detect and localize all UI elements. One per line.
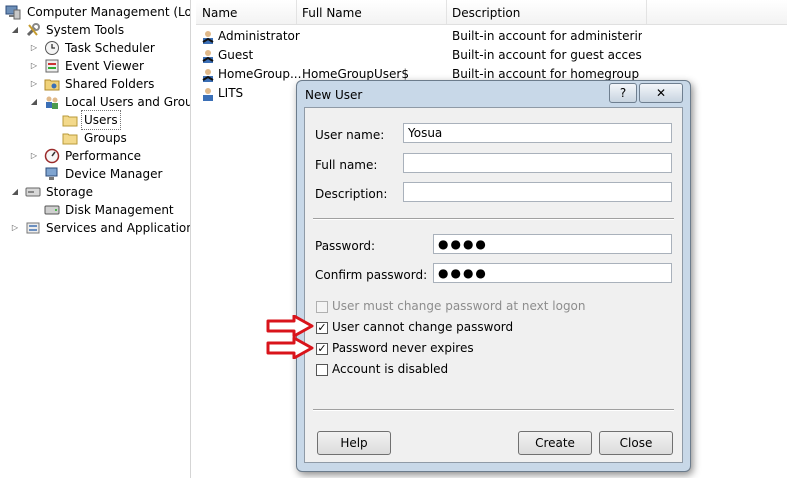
annotation-arrow-icon	[266, 315, 314, 337]
tree-item-label: Services and Applications	[46, 221, 191, 235]
clock-icon	[45, 41, 59, 55]
new-user-dialog: New User ? ✕ User name: Yosua Full name:…	[296, 80, 691, 472]
expanded-arrow-icon[interactable]: ◢	[29, 93, 39, 111]
tree-item-shared-folders[interactable]: ▷ Shared Folders	[0, 75, 190, 93]
user-icon	[202, 50, 214, 63]
check-icon: ✓	[317, 321, 327, 334]
tree-item-label: Storage	[46, 185, 93, 199]
column-header-full-name[interactable]: Full Name	[296, 0, 447, 24]
tree-item-services-and-applications[interactable]: ▷ Services and Applications	[0, 219, 190, 237]
password-input[interactable]: ●●●●	[433, 234, 672, 254]
dialog-body: User name: Yosua Full name: Description:…	[304, 107, 683, 463]
separator	[313, 409, 674, 411]
tree-item-storage[interactable]: ◢ Storage	[0, 183, 190, 201]
tree-item-device-manager[interactable]: Device Manager	[0, 165, 190, 183]
password-label: Password:	[315, 239, 376, 253]
user-description: Built-in account for guest access t...	[452, 48, 642, 62]
annotation-arrow-icon	[266, 337, 314, 359]
device-manager-icon	[45, 167, 58, 180]
fullname-input[interactable]	[403, 153, 672, 173]
username-input[interactable]: Yosua	[403, 123, 672, 143]
password-never-expires-label: Password never expires	[332, 341, 474, 355]
tree-item-label: Event Viewer	[65, 59, 144, 73]
user-name: Administrator	[218, 29, 300, 43]
tree-item-users[interactable]: Users	[0, 110, 190, 130]
performance-icon	[44, 148, 60, 164]
users-group-icon	[46, 96, 58, 109]
collapsed-arrow-icon[interactable]: ▷	[29, 75, 39, 93]
collapsed-arrow-icon[interactable]: ▷	[10, 219, 20, 237]
user-name: HomeGroup...	[218, 67, 302, 81]
tree-item-computer-management[interactable]: Computer Management (Local	[0, 3, 190, 21]
check-icon: ✓	[317, 342, 327, 355]
tree-item-label: System Tools	[46, 23, 125, 37]
system-tools-icon	[26, 23, 40, 37]
description-input[interactable]	[403, 182, 672, 202]
services-icon	[26, 222, 40, 234]
tree-item-groups[interactable]: Groups	[0, 129, 190, 147]
expanded-arrow-icon[interactable]: ◢	[10, 21, 20, 39]
tree-item-task-scheduler[interactable]: ▷ Task Scheduler	[0, 39, 190, 57]
user-description: Built-in account for administering...	[452, 29, 642, 43]
collapsed-arrow-icon[interactable]: ▷	[29, 57, 39, 75]
title-help-button[interactable]: ?	[609, 83, 637, 103]
tree-item-system-tools[interactable]: ◢ System Tools	[0, 21, 190, 39]
tree-item-label: Users	[81, 110, 121, 130]
column-header-description[interactable]: Description	[446, 0, 647, 24]
must-change-password-label: User must change password at next logon	[332, 299, 586, 313]
help-button[interactable]: Help	[317, 431, 391, 455]
dialog-title: New User	[305, 88, 363, 102]
tree-item-label: Task Scheduler	[65, 41, 155, 55]
confirm-password-input[interactable]: ●●●●	[433, 263, 672, 283]
description-label: Description:	[315, 187, 388, 201]
tree-item-disk-management[interactable]: Disk Management	[0, 201, 190, 219]
column-header-row: Name Full Name Description	[196, 0, 787, 25]
must-change-password-checkbox[interactable]	[316, 301, 328, 313]
close-icon: ✕	[655, 86, 667, 100]
tree-item-label: Disk Management	[65, 203, 174, 217]
account-disabled-checkbox[interactable]	[316, 364, 328, 376]
tree-item-label: Device Manager	[65, 167, 163, 181]
shared-folder-icon	[44, 79, 60, 91]
cannot-change-password-checkbox[interactable]: ✓	[316, 322, 328, 334]
disk-icon	[44, 205, 60, 215]
folder-icon	[62, 133, 78, 145]
folder-icon	[62, 115, 78, 127]
username-label: User name:	[315, 128, 385, 142]
title-close-button[interactable]: ✕	[639, 83, 683, 103]
tree-item-label: Computer Management (Local	[27, 5, 191, 19]
tree-item-label: Groups	[84, 131, 127, 145]
account-disabled-label: Account is disabled	[332, 362, 449, 376]
cannot-change-password-label: User cannot change password	[332, 320, 514, 334]
user-icon	[203, 88, 213, 101]
user-name: Guest	[218, 48, 254, 62]
list-item[interactable]: Administrator Built-in account for admin…	[196, 27, 787, 46]
event-viewer-icon	[45, 59, 59, 73]
user-name: LITS	[218, 86, 244, 100]
password-never-expires-checkbox[interactable]: ✓	[316, 343, 328, 355]
separator	[313, 218, 674, 220]
tree-item-local-users-and-groups[interactable]: ◢ Local Users and Groups	[0, 93, 190, 111]
confirm-password-label: Confirm password:	[315, 268, 428, 282]
collapsed-arrow-icon[interactable]: ▷	[29, 147, 39, 165]
tree-item-performance[interactable]: ▷ Performance	[0, 147, 190, 165]
collapsed-arrow-icon[interactable]: ▷	[29, 39, 39, 57]
fullname-label: Full name:	[315, 158, 378, 172]
tree-item-label: Performance	[65, 149, 142, 163]
expanded-arrow-icon[interactable]: ◢	[10, 183, 20, 201]
user-icon	[202, 69, 214, 82]
close-button[interactable]: Close	[599, 431, 673, 455]
storage-icon	[25, 187, 41, 197]
dialog-title-bar[interactable]: New User ? ✕	[297, 81, 690, 107]
user-icon	[202, 31, 214, 44]
tree-item-event-viewer[interactable]: ▷ Event Viewer	[0, 57, 190, 75]
help-icon: ?	[619, 86, 627, 100]
column-header-name[interactable]: Name	[196, 0, 297, 24]
computer-management-icon	[5, 5, 21, 20]
create-button[interactable]: Create	[518, 431, 592, 455]
tree-item-label: Local Users and Groups	[65, 95, 190, 109]
list-item[interactable]: Guest Built-in account for guest access …	[196, 46, 787, 65]
navigation-tree: Computer Management (Local ◢ System Tool…	[0, 0, 191, 478]
tree-item-label: Shared Folders	[65, 77, 155, 91]
